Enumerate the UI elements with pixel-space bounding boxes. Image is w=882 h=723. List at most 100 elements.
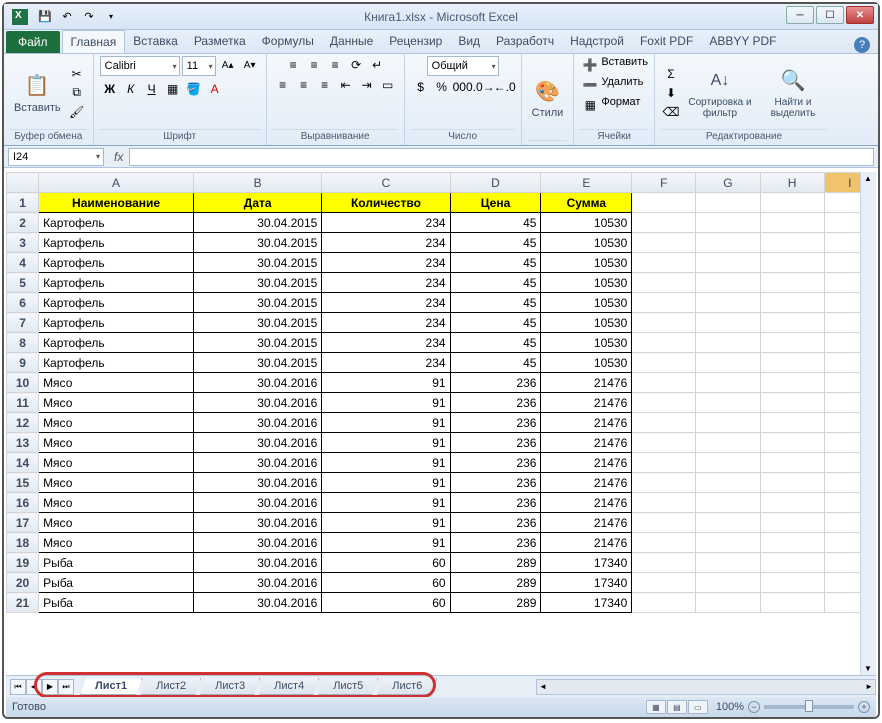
cell[interactable]: 30.04.2016 [194,453,322,473]
cell[interactable] [696,213,760,233]
row-header-16[interactable]: 16 [7,493,39,513]
cell[interactable]: Картофель [39,233,194,253]
maximize-button[interactable]: ☐ [816,6,844,24]
cell[interactable] [696,453,760,473]
number-format-combo[interactable]: Общий [427,56,499,76]
col-header-C[interactable]: C [322,173,450,193]
cell[interactable] [760,293,824,313]
cell[interactable] [696,473,760,493]
row-header-18[interactable]: 18 [7,533,39,553]
cell[interactable]: 236 [450,473,541,493]
row-header-10[interactable]: 10 [7,373,39,393]
cell[interactable] [632,333,696,353]
cell[interactable]: 45 [450,333,541,353]
col-header-D[interactable]: D [450,173,541,193]
font-name-combo[interactable]: Calibri [100,56,180,76]
fill-color-icon[interactable]: 🪣 [184,80,204,98]
sheet-tab-4[interactable]: Лист4 [259,678,319,695]
cell[interactable]: 236 [450,373,541,393]
cell[interactable]: 45 [450,313,541,333]
cell[interactable] [696,333,760,353]
cell[interactable] [760,533,824,553]
cell[interactable] [760,333,824,353]
select-all-corner[interactable] [7,173,39,193]
row-header-13[interactable]: 13 [7,433,39,453]
cell[interactable]: 289 [450,593,541,613]
cut-icon[interactable]: ✂ [67,65,87,83]
sort-filter-button[interactable]: A↓ Сортировка и фильтр [683,65,757,121]
cell[interactable]: 91 [322,513,450,533]
row-header-3[interactable]: 3 [7,233,39,253]
row-header-20[interactable]: 20 [7,573,39,593]
sheet-nav-next-icon[interactable]: ▶ [42,679,58,695]
cell[interactable]: Рыба [39,593,194,613]
cell[interactable] [632,533,696,553]
cell[interactable]: Картофель [39,253,194,273]
border-icon[interactable]: ▦ [163,80,183,98]
cell[interactable]: 60 [322,573,450,593]
tab-формулы[interactable]: Формулы [254,30,322,53]
cell[interactable] [632,293,696,313]
cell[interactable]: 234 [322,293,450,313]
row-header-4[interactable]: 4 [7,253,39,273]
styles-button[interactable]: 🎨 Стили [528,75,568,121]
cell[interactable]: 30.04.2015 [194,253,322,273]
cell[interactable]: 91 [322,413,450,433]
cell[interactable]: 21476 [541,433,632,453]
file-tab[interactable]: Файл [6,31,60,53]
align-middle-icon[interactable]: ≡ [304,56,324,74]
zoom-level[interactable]: 100% [716,701,744,713]
tab-надстрой[interactable]: Надстрой [562,30,632,53]
col-header-B[interactable]: B [194,173,322,193]
dec-decimal-icon[interactable]: ←.0 [495,78,515,96]
align-center-icon[interactable]: ≡ [294,76,314,94]
cell[interactable]: 30.04.2015 [194,213,322,233]
cell[interactable] [632,593,696,613]
cell[interactable]: 10530 [541,353,632,373]
cell[interactable]: 60 [322,553,450,573]
undo-icon[interactable]: ↶ [58,8,76,26]
row-header-17[interactable]: 17 [7,513,39,533]
row-header-2[interactable]: 2 [7,213,39,233]
cell[interactable]: 30.04.2015 [194,233,322,253]
cell[interactable]: Рыба [39,553,194,573]
sheet-tab-5[interactable]: Лист5 [318,678,378,695]
find-select-button[interactable]: 🔍 Найти и выделить [759,65,827,121]
align-left-icon[interactable]: ≡ [273,76,293,94]
cell[interactable] [632,213,696,233]
cell[interactable]: 236 [450,493,541,513]
table-header-cell[interactable]: Наименование [39,193,194,213]
cell[interactable] [760,593,824,613]
cell[interactable] [696,553,760,573]
cell[interactable]: Мясо [39,433,194,453]
cell[interactable]: 10530 [541,253,632,273]
cell[interactable] [632,233,696,253]
italic-button[interactable]: К [121,80,141,98]
format-painter-icon[interactable]: 🖌 [67,103,87,121]
col-header-H[interactable]: H [760,173,824,193]
cell[interactable]: Картофель [39,293,194,313]
cell[interactable]: 45 [450,273,541,293]
zoom-out-icon[interactable]: − [748,701,760,713]
cell[interactable]: 234 [322,213,450,233]
paste-button[interactable]: 📋 Вставить [10,70,65,116]
cell[interactable]: 30.04.2016 [194,373,322,393]
cell[interactable]: 91 [322,393,450,413]
cell[interactable] [760,373,824,393]
tab-foxit pdf[interactable]: Foxit PDF [632,30,701,53]
cell[interactable] [632,353,696,373]
cell[interactable]: 236 [450,513,541,533]
cell[interactable]: 30.04.2016 [194,593,322,613]
worksheet-grid[interactable]: ABCDEFGHI1НаименованиеДатаКоличествоЦена… [6,172,876,675]
cell[interactable]: 91 [322,493,450,513]
cell[interactable] [760,193,824,213]
cell[interactable] [632,453,696,473]
cell[interactable] [696,593,760,613]
cell[interactable]: Рыба [39,573,194,593]
table-header-cell[interactable]: Количество [322,193,450,213]
insert-cells-button[interactable]: ➕Вставить [580,56,648,74]
cell[interactable] [632,313,696,333]
row-header-15[interactable]: 15 [7,473,39,493]
cell[interactable] [760,573,824,593]
cell[interactable]: 10530 [541,293,632,313]
